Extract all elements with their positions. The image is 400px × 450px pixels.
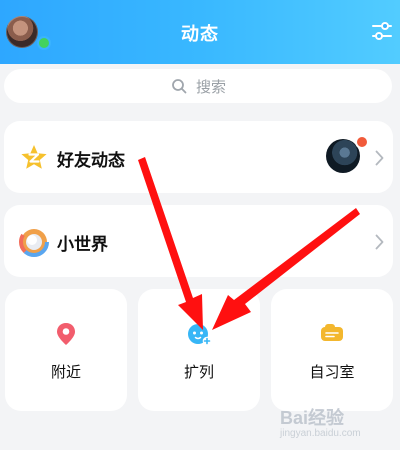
small-world-icon [19,227,49,257]
chevron-right-icon [375,150,384,166]
study-room-tile[interactable]: 自习室 [271,289,393,411]
search-bar[interactable]: 搜索 [4,69,392,103]
search-icon [172,79,187,94]
nearby-label: 附近 [50,363,81,381]
search-placeholder: 搜索 [196,78,227,96]
nearby-tile[interactable]: 附近 [5,289,127,411]
friend-feed-label: 好友动态 [57,151,125,171]
friend-feed-row[interactable]: 好友动态 [4,121,393,193]
watermark: Bai经验 jingyan.baidu.com [280,408,361,439]
page-title: 动态 [181,24,219,45]
qzone-star-icon [21,145,47,169]
expand-list-tile[interactable]: 扩列 [138,289,260,411]
small-world-label: 小世界 [57,235,108,255]
chevron-right-icon [375,234,384,250]
expand-list-label: 扩列 [183,363,214,381]
settings-sliders-icon[interactable] [370,19,394,43]
study-room-icon [321,324,343,341]
small-world-row[interactable]: 小世界 [4,205,393,277]
top-bar: 动态 [0,0,400,64]
study-room-label: 自习室 [309,363,355,381]
location-pin-icon [57,323,75,345]
friend-add-icon [188,324,212,346]
notification-dot [355,135,369,149]
